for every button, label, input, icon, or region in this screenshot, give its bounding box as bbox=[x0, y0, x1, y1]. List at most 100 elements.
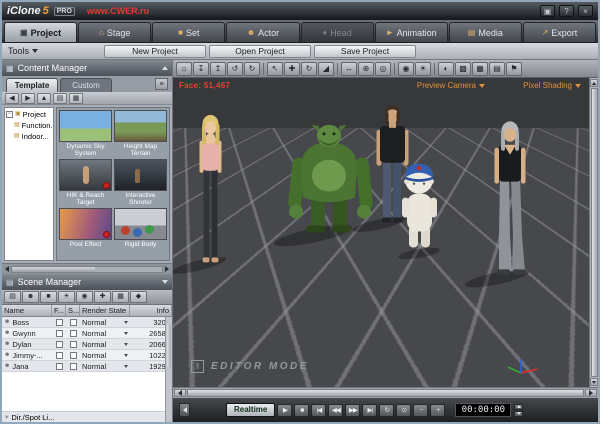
column-render-state[interactable]: Render State bbox=[80, 305, 130, 316]
add-key-button[interactable]: + bbox=[430, 404, 445, 417]
show-checkbox[interactable] bbox=[70, 330, 77, 337]
tree-item-project[interactable]: − ▣ Project bbox=[6, 109, 52, 120]
time-setting-button[interactable]: ⊙ bbox=[396, 404, 411, 417]
redo-icon[interactable]: ↻ bbox=[244, 62, 260, 76]
tab-media[interactable]: ▤Media bbox=[449, 22, 522, 42]
table-scroll-thumb[interactable] bbox=[167, 325, 171, 367]
character-baby[interactable] bbox=[402, 164, 437, 248]
freeze-checkbox[interactable] bbox=[56, 319, 63, 326]
tab-template[interactable]: Template bbox=[6, 78, 58, 92]
flag-icon[interactable]: ⚑ bbox=[506, 62, 522, 76]
template-post-effect[interactable]: Post Effect bbox=[59, 208, 112, 255]
template-hik-reach[interactable]: HIK & Reach Target bbox=[59, 159, 112, 206]
filter-particle-icon[interactable]: ✚ bbox=[94, 291, 111, 303]
show-checkbox[interactable] bbox=[70, 319, 77, 326]
render-state-value[interactable]: Normal bbox=[82, 362, 106, 371]
thumbnail-view-icon[interactable]: ▦ bbox=[69, 93, 83, 104]
skin-icon[interactable]: ▣ bbox=[540, 5, 555, 17]
tree-expander-icon[interactable]: − bbox=[6, 111, 13, 118]
template-dynamic-sky[interactable]: Dynamic Sky System bbox=[59, 110, 112, 157]
rotate-icon[interactable]: ↻ bbox=[301, 62, 317, 76]
spinner-down-icon[interactable] bbox=[514, 411, 523, 417]
tab-animation[interactable]: ►Animation bbox=[375, 22, 448, 42]
new-project-button[interactable]: New Project bbox=[104, 45, 206, 58]
collapse-icon[interactable] bbox=[162, 66, 168, 70]
tab-set[interactable]: ■Set bbox=[152, 22, 225, 42]
next-frame-button[interactable]: ▶▶ bbox=[345, 404, 360, 417]
scroll-left-icon[interactable] bbox=[174, 389, 186, 397]
table-row[interactable]: ☻Gwynn Normal 26589 bbox=[2, 328, 172, 339]
viewport-horizontal-scrollbar[interactable] bbox=[173, 387, 598, 398]
filter-image-icon[interactable]: ▦ bbox=[112, 291, 129, 303]
forward-icon[interactable]: ▶ bbox=[21, 93, 35, 104]
up-folder-icon[interactable]: ▲ bbox=[37, 93, 51, 104]
filter-misc-icon[interactable]: ◆ bbox=[130, 291, 147, 303]
character-blonde-woman[interactable] bbox=[200, 115, 222, 263]
render-state-value[interactable]: Normal bbox=[82, 351, 106, 360]
shadow-icon[interactable]: ◐ bbox=[438, 62, 454, 76]
column-s[interactable]: S... bbox=[66, 305, 80, 316]
filter-all-icon[interactable]: ▤ bbox=[4, 291, 21, 303]
tab-project[interactable]: ▣Project bbox=[4, 22, 77, 42]
horizontal-scroll-thumb[interactable] bbox=[187, 389, 584, 397]
tab-stage[interactable]: ⌂Stage bbox=[78, 22, 151, 42]
camera-icon[interactable]: ◉ bbox=[398, 62, 414, 76]
template-interactive-shooter[interactable]: Interactive Shooter bbox=[114, 159, 167, 206]
tools-menu[interactable]: Tools bbox=[8, 46, 38, 56]
import-icon[interactable]: ↧ bbox=[193, 62, 209, 76]
orbit-icon[interactable]: ◎ bbox=[375, 62, 391, 76]
page-left-icon[interactable] bbox=[5, 266, 9, 272]
page-right-icon[interactable] bbox=[165, 266, 169, 272]
tab-actor[interactable]: ☻Actor bbox=[226, 22, 299, 42]
column-f[interactable]: F... bbox=[52, 305, 66, 316]
viewport-vertical-scrollbar[interactable] bbox=[589, 78, 598, 387]
render-state-value[interactable]: Normal bbox=[82, 329, 106, 338]
save-project-button[interactable]: Save Project bbox=[314, 45, 416, 58]
character-gray-woman[interactable] bbox=[495, 121, 527, 274]
open-project-button[interactable]: Open Project bbox=[209, 45, 311, 58]
grid-icon[interactable]: ▤ bbox=[489, 62, 505, 76]
render-state-value[interactable]: Normal bbox=[82, 318, 106, 327]
tab-custom[interactable]: Custom bbox=[60, 78, 112, 92]
tree-item-indoor[interactable]: ▤ Indoor... bbox=[6, 131, 52, 142]
stop-button[interactable]: ■ bbox=[294, 404, 309, 417]
show-checkbox[interactable] bbox=[70, 352, 77, 359]
last-frame-button[interactable]: ▶| bbox=[362, 404, 377, 417]
preview-camera-dropdown[interactable]: Preview Camera bbox=[417, 81, 485, 90]
remove-key-button[interactable]: − bbox=[413, 404, 428, 417]
back-icon[interactable]: ◀ bbox=[5, 93, 19, 104]
select-icon[interactable]: ↖ bbox=[267, 62, 283, 76]
loop-button[interactable]: ↻ bbox=[379, 404, 394, 417]
character-monster[interactable] bbox=[288, 125, 374, 233]
spinner-up-icon[interactable] bbox=[514, 404, 523, 410]
light-icon[interactable]: ☀ bbox=[415, 62, 431, 76]
move-icon[interactable]: ✚ bbox=[284, 62, 300, 76]
template-rigid-body[interactable]: Rigid Body bbox=[114, 208, 167, 255]
freeze-checkbox[interactable] bbox=[56, 341, 63, 348]
scene-manager-header[interactable]: ▤ Scene Manager bbox=[2, 274, 172, 290]
viewport-canvas[interactable]: Face: 51,467 Preview Camera Pixel Shadin… bbox=[173, 78, 589, 387]
close-icon[interactable]: × bbox=[578, 5, 593, 17]
table-row[interactable]: ☻Boss Normal 3200 bbox=[2, 317, 172, 328]
tree-item-function[interactable]: ▤ Function... bbox=[6, 120, 52, 131]
scale-icon[interactable]: ◢ bbox=[318, 62, 334, 76]
show-checkbox[interactable] bbox=[70, 363, 77, 370]
collapse-icon[interactable] bbox=[162, 280, 168, 284]
filter-camera-icon[interactable]: ◉ bbox=[76, 291, 93, 303]
prev-frame-button[interactable]: ◀◀ bbox=[328, 404, 343, 417]
render-state-value[interactable]: Normal bbox=[82, 340, 106, 349]
column-name[interactable]: Name bbox=[2, 305, 52, 316]
frame-spinner[interactable] bbox=[514, 404, 523, 417]
wireframe-icon[interactable]: ▩ bbox=[455, 62, 471, 76]
table-row[interactable]: ☻Jana Normal 19294 bbox=[2, 361, 172, 372]
table-scrollbar[interactable] bbox=[165, 317, 172, 422]
filter-light-icon[interactable]: ☀ bbox=[58, 291, 75, 303]
pager-thumb[interactable] bbox=[12, 267, 95, 272]
undo-icon[interactable]: ↺ bbox=[227, 62, 243, 76]
first-frame-button[interactable]: |◀ bbox=[311, 404, 326, 417]
freeze-checkbox[interactable] bbox=[56, 352, 63, 359]
export-icon[interactable]: ↥ bbox=[210, 62, 226, 76]
freeze-checkbox[interactable] bbox=[56, 363, 63, 370]
play-button[interactable]: ▶ bbox=[277, 404, 292, 417]
tab-export[interactable]: ↗Export bbox=[523, 22, 596, 42]
